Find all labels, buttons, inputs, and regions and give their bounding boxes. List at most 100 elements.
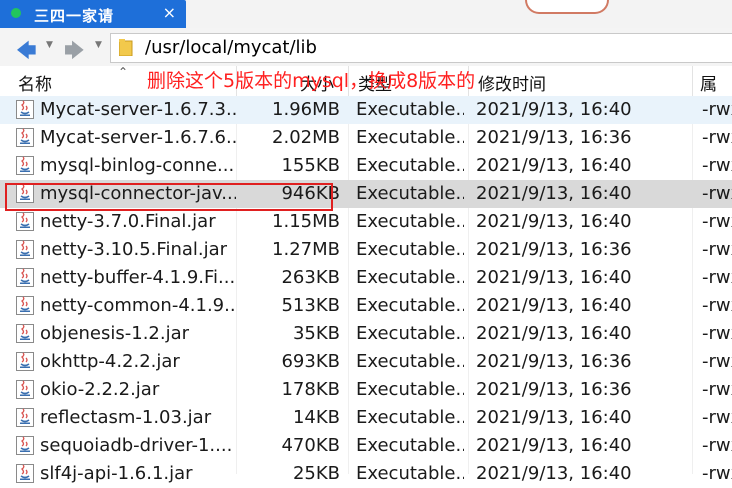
file-size: 178KB	[281, 379, 340, 400]
file-row[interactable]: netty-3.7.0.Final.jar 1.15MB Executable...…	[0, 208, 732, 236]
file-modified: 2021/9/13, 16:40	[476, 323, 632, 344]
file-row[interactable]: netty-common-4.1.9... 513KB Executable... 2…	[0, 292, 732, 320]
file-name: netty-buffer-4.1.9.Fi...	[40, 267, 236, 288]
address-toolbar: 🡄 ▼ 🡆 ▼ /usr/local/mycat/lib	[0, 28, 732, 67]
file-attributes: -rwx	[702, 407, 732, 428]
annotation-highlight-box	[5, 183, 333, 211]
file-modified: 2021/9/13, 16:40	[476, 155, 632, 176]
file-size: 263KB	[281, 267, 340, 288]
file-type: Executable...	[356, 379, 464, 400]
file-type: Executable...	[356, 183, 464, 204]
file-type: Executable...	[356, 435, 464, 456]
file-type: Executable...	[356, 351, 464, 372]
file-name: netty-3.10.5.Final.jar	[40, 239, 228, 260]
file-name: netty-3.7.0.Final.jar	[40, 211, 216, 232]
file-name: okio-2.2.2.jar	[40, 379, 160, 400]
jar-file-icon	[16, 156, 34, 175]
arrow-right-icon[interactable]: 🡆	[64, 36, 85, 70]
connected-status-icon	[11, 8, 21, 18]
file-type: Executable...	[356, 99, 464, 120]
file-modified: 2021/9/13, 16:36	[476, 379, 632, 400]
file-attributes: -rwx	[702, 239, 732, 260]
file-modified: 2021/9/13, 16:40	[476, 267, 632, 288]
path-input[interactable]: /usr/local/mycat/lib	[110, 33, 732, 63]
file-name: reflectasm-1.03.jar	[40, 407, 212, 428]
file-type: Executable...	[356, 295, 464, 316]
file-row[interactable]: mysql-binlog-conne... 155KB Executable... 2…	[0, 152, 732, 180]
file-attributes: -rwx	[702, 211, 732, 232]
session-tab-title: 三四一家请	[34, 7, 115, 25]
forward-history-dropdown-icon[interactable]: ▼	[95, 40, 102, 50]
file-type: Executable...	[356, 267, 464, 288]
file-size: 1.96MB	[272, 99, 340, 120]
file-row[interactable]: Mycat-server-1.6.7.6... 2.02MB Executable.…	[0, 124, 732, 152]
file-row[interactable]: netty-3.10.5.Final.jar 1.27MB Executable..…	[0, 236, 732, 264]
file-attributes: -rwx	[702, 379, 732, 400]
jar-file-icon	[16, 212, 34, 231]
close-tab-icon[interactable]: ×	[163, 4, 176, 22]
file-type: Executable...	[356, 407, 464, 428]
column-header-name[interactable]: 名称	[18, 70, 52, 95]
file-name: netty-common-4.1.9...	[40, 295, 236, 316]
file-row[interactable]: objenesis-1.2.jar 35KB Executable... 2021/9…	[0, 320, 732, 348]
file-row[interactable]: slf4j-api-1.6.1.jar 25KB Executable... 2021…	[0, 460, 732, 488]
file-attributes: -rwx	[702, 351, 732, 372]
file-modified: 2021/9/13, 16:40	[476, 99, 632, 120]
column-header-modified[interactable]: 修改时间	[478, 70, 546, 95]
session-tab[interactable]: 三四一家请 ×	[0, 0, 186, 28]
file-attributes: -rwx	[702, 295, 732, 316]
jar-file-icon	[16, 128, 34, 147]
decorative-shape	[525, 0, 609, 14]
file-size: 693KB	[281, 351, 340, 372]
jar-file-icon	[16, 100, 34, 119]
file-attributes: -rwx	[702, 99, 732, 120]
file-type: Executable...	[356, 127, 464, 148]
file-name: sequoiadb-driver-1....	[40, 435, 233, 456]
sort-ascending-icon: ⌃	[118, 65, 129, 79]
column-divider[interactable]	[692, 66, 693, 96]
file-size: 1.15MB	[272, 211, 340, 232]
jar-file-icon	[16, 380, 34, 399]
jar-file-icon	[16, 408, 34, 427]
file-attributes: -rwx	[702, 435, 732, 456]
file-size: 513KB	[281, 295, 340, 316]
file-attributes: -rwx	[702, 155, 732, 176]
file-name: Mycat-server-1.6.7.3...	[40, 99, 236, 120]
file-size: 14KB	[292, 407, 340, 428]
file-type: Executable...	[356, 323, 464, 344]
jar-file-icon	[16, 436, 34, 455]
jar-file-icon	[16, 352, 34, 371]
file-type: Executable...	[356, 239, 464, 260]
tab-bar: 三四一家请 ×	[0, 0, 732, 28]
file-modified: 2021/9/13, 16:40	[476, 407, 632, 428]
file-row[interactable]: reflectasm-1.03.jar 14KB Executable... 2021…	[0, 404, 732, 432]
file-row[interactable]: netty-buffer-4.1.9.Fi... 263KB Executable.…	[0, 264, 732, 292]
file-name: Mycat-server-1.6.7.6...	[40, 127, 236, 148]
file-row[interactable]: Mycat-server-1.6.7.3... 1.96MB Executable.…	[0, 96, 732, 124]
jar-file-icon	[16, 296, 34, 315]
back-history-dropdown-icon[interactable]: ▼	[46, 40, 53, 50]
file-name: okhttp-4.2.2.jar	[40, 351, 180, 372]
file-size: 470KB	[281, 435, 340, 456]
file-modified: 2021/9/13, 16:40	[476, 435, 632, 456]
file-modified: 2021/9/13, 16:40	[476, 183, 632, 204]
file-row[interactable]: okio-2.2.2.jar 178KB Executable... 2021/9/1…	[0, 376, 732, 404]
file-type: Executable...	[356, 211, 464, 232]
file-size: 1.27MB	[272, 239, 340, 260]
file-modified: 2021/9/13, 16:40	[476, 295, 632, 316]
file-size: 2.02MB	[272, 127, 340, 148]
file-size: 155KB	[281, 155, 340, 176]
file-row[interactable]: okhttp-4.2.2.jar 693KB Executable... 2021/9…	[0, 348, 732, 376]
file-type: Executable...	[356, 155, 464, 176]
file-modified: 2021/9/13, 16:36	[476, 127, 632, 148]
arrow-left-icon[interactable]: 🡄	[16, 36, 37, 70]
jar-file-icon	[16, 324, 34, 343]
file-name: objenesis-1.2.jar	[40, 323, 190, 344]
annotation-text: 删除这个5版本的mysql，换成8版本的	[147, 70, 476, 92]
file-row[interactable]: sequoiadb-driver-1.... 470KB Executable...…	[0, 432, 732, 460]
file-size: 35KB	[292, 323, 340, 344]
file-attributes: -rwx	[702, 127, 732, 148]
file-attributes: -rwx	[702, 267, 732, 288]
file-modified: 2021/9/13, 16:40	[476, 211, 632, 232]
path-text: /usr/local/mycat/lib	[145, 37, 317, 58]
